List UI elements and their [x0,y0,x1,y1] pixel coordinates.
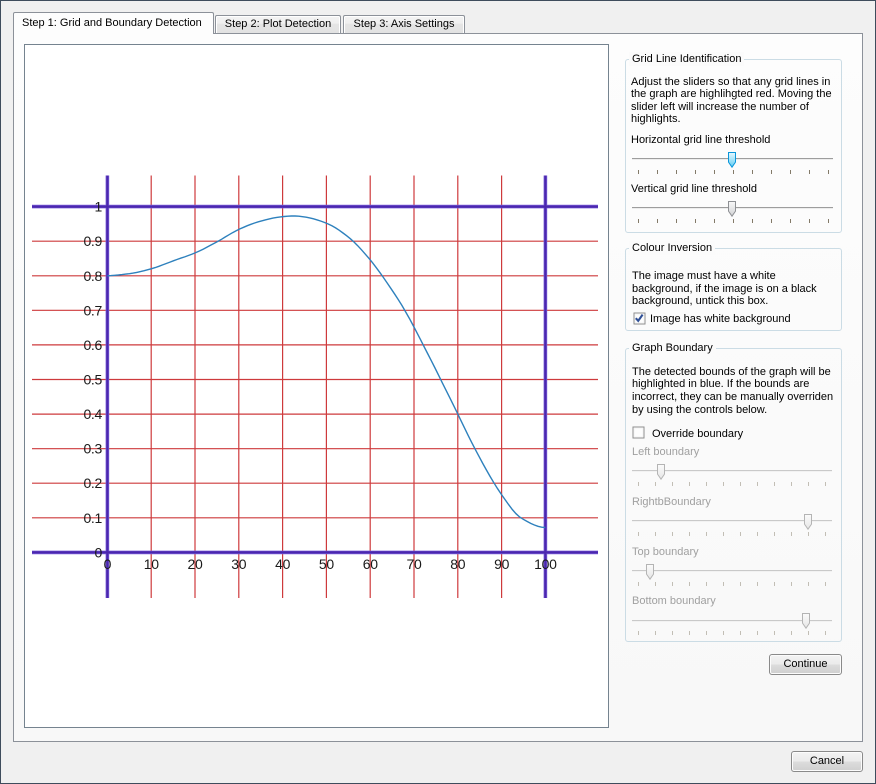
svg-text:20: 20 [188,556,203,572]
svg-text:90: 90 [494,556,509,572]
svg-text:40: 40 [275,556,290,572]
svg-text:60: 60 [363,556,378,572]
svg-text:80: 80 [450,556,465,572]
svg-text:0.3: 0.3 [83,441,102,457]
svg-text:100: 100 [534,556,557,572]
svg-text:0.4: 0.4 [83,406,102,422]
svg-text:0.8: 0.8 [83,268,102,284]
svg-text:10: 10 [144,556,159,572]
svg-text:0.7: 0.7 [83,302,102,318]
svg-text:0.6: 0.6 [83,337,102,353]
svg-text:0.9: 0.9 [83,233,102,249]
svg-text:70: 70 [407,556,422,572]
svg-text:50: 50 [319,556,334,572]
svg-text:30: 30 [231,556,246,572]
svg-text:0.1: 0.1 [83,510,102,526]
svg-text:1: 1 [95,199,103,215]
svg-text:0.2: 0.2 [83,475,102,491]
svg-text:0: 0 [104,556,112,572]
svg-text:0: 0 [95,544,103,560]
svg-text:0.5: 0.5 [83,372,102,388]
